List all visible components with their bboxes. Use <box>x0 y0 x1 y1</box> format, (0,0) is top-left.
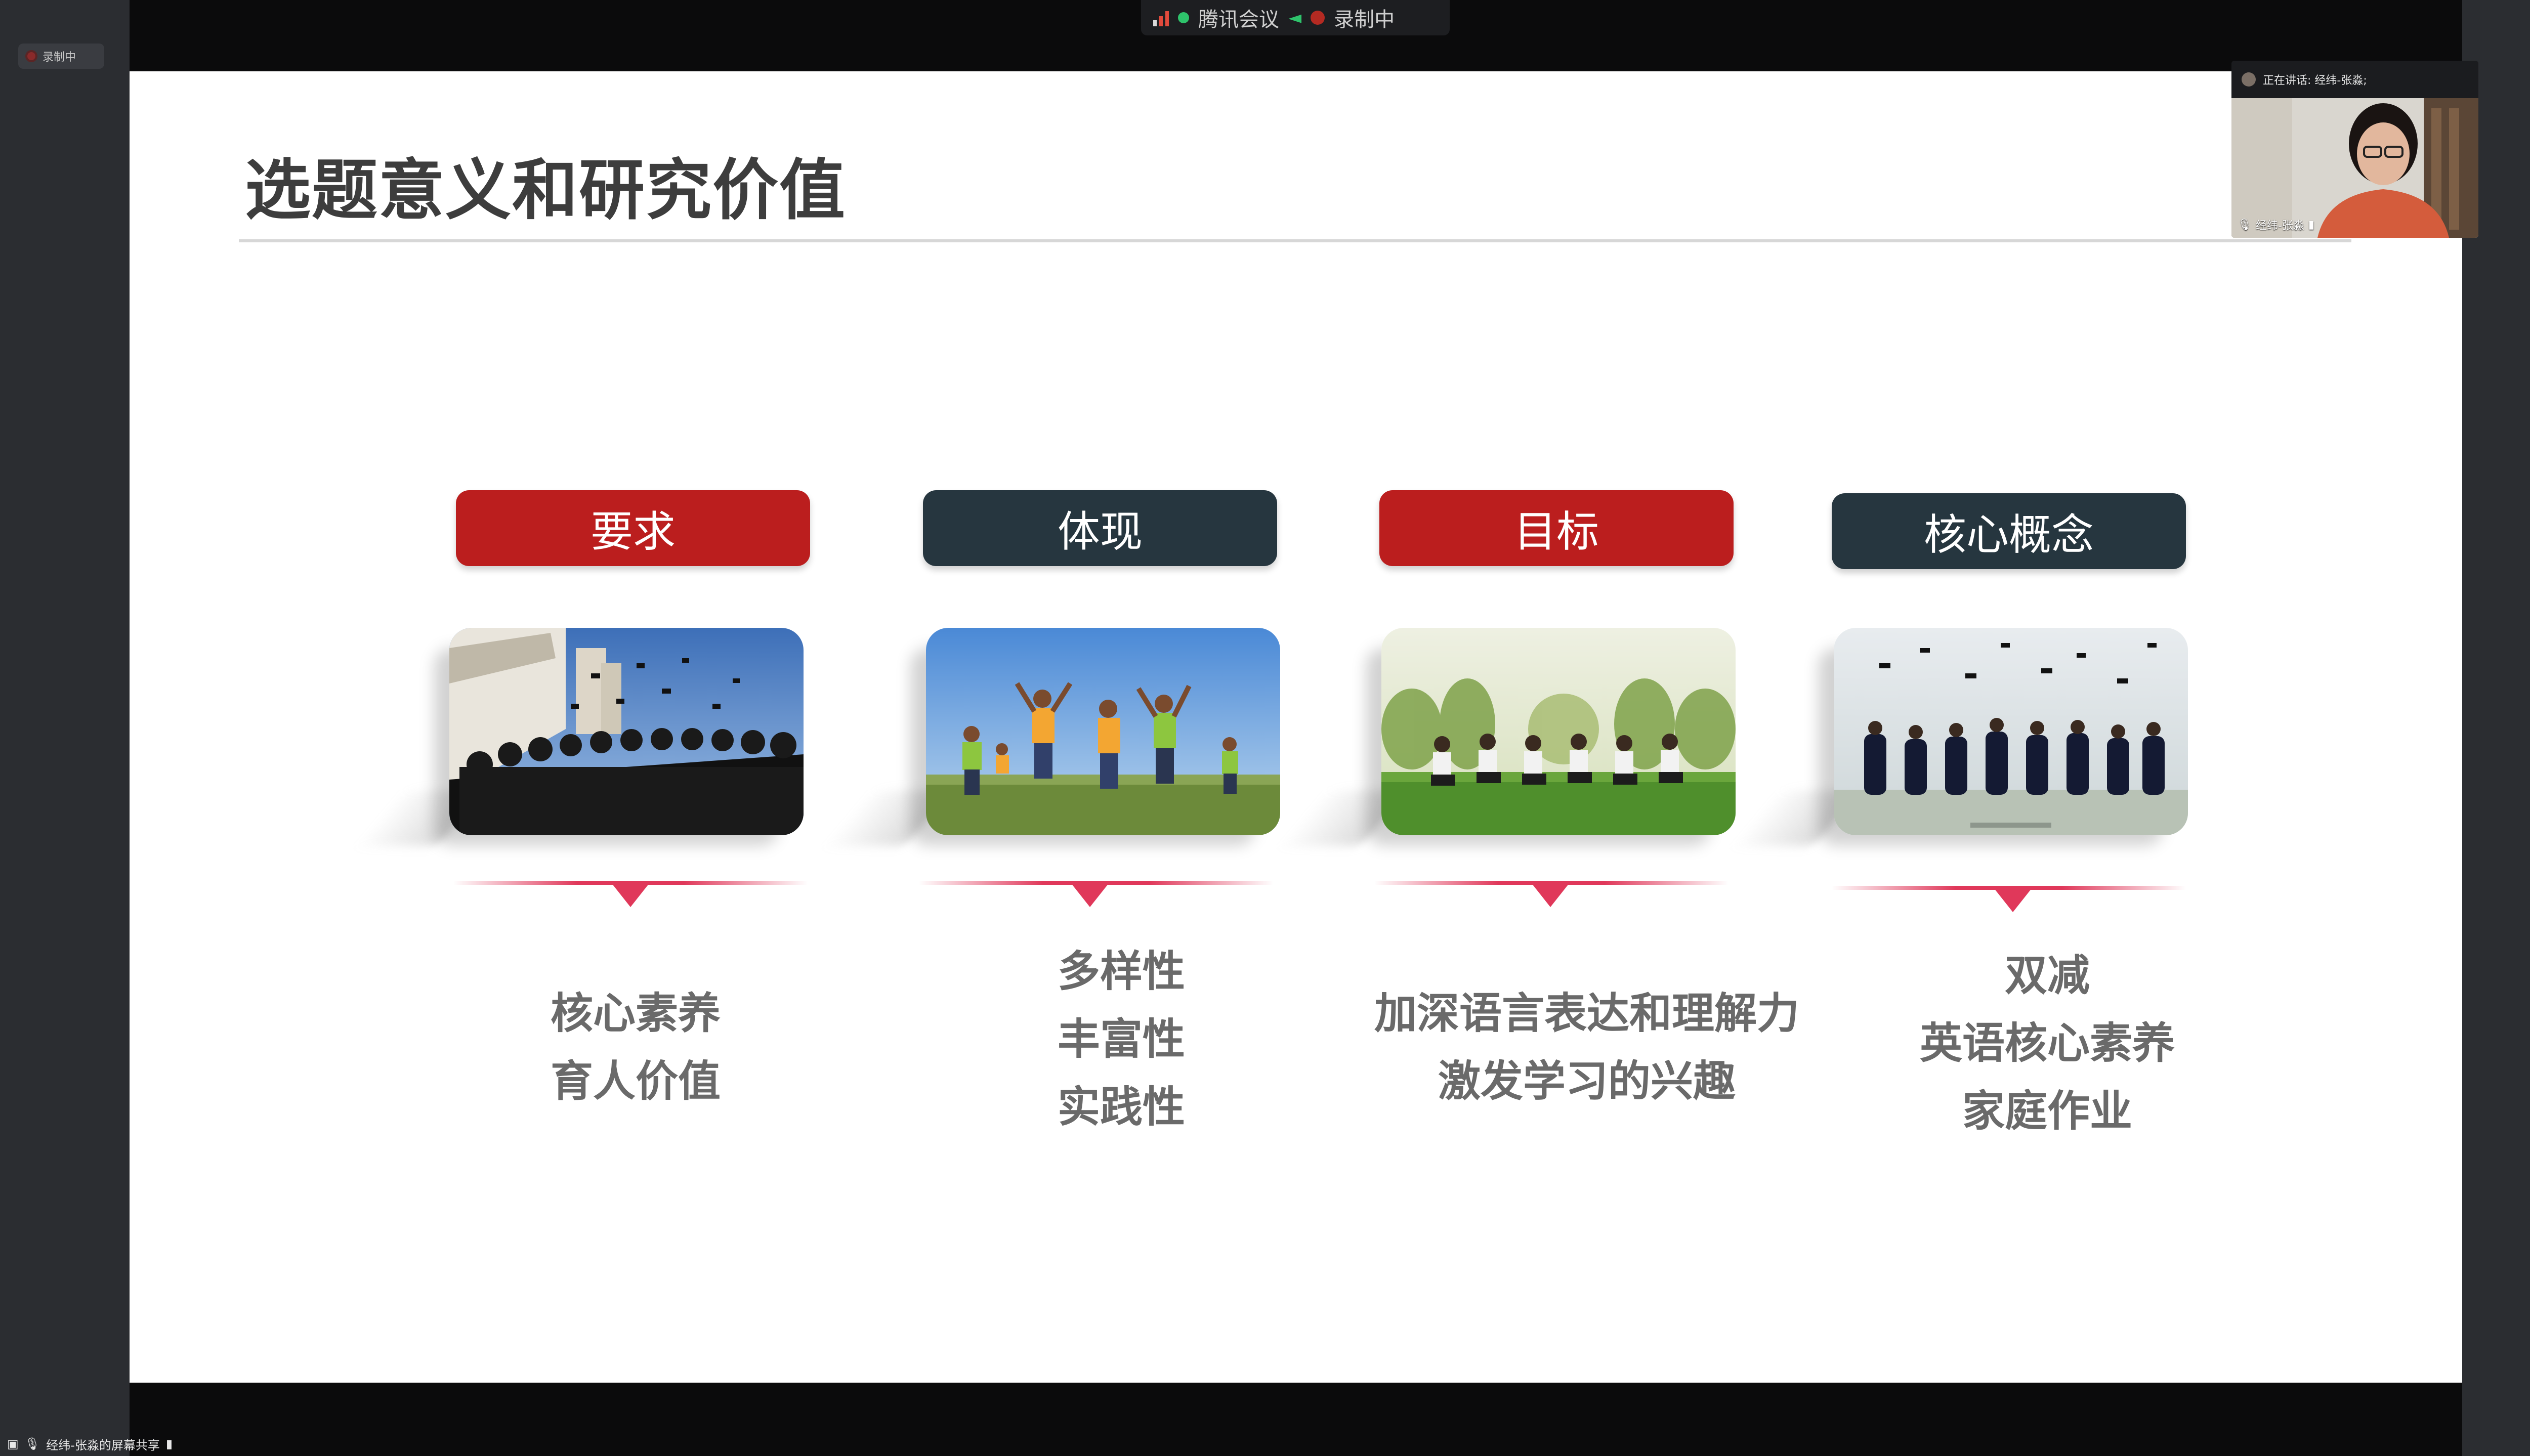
column-description-3: 加深语言表达和理解力 激发学习的兴趣 <box>1334 979 1840 1115</box>
photo-students-sitting <box>1381 628 1736 835</box>
participant-name: 经纬-张淼 <box>2255 220 2304 232</box>
pointer-triangle <box>1071 883 1109 907</box>
recording-status: 录制中 <box>1334 8 1395 31</box>
screen-share-status: ▣ 🎙 经纬-张淼的屏幕共享 ▮ <box>0 1432 173 1456</box>
description-line: 丰富性 <box>1057 1014 1185 1064</box>
participant-video-tile[interactable]: 正在讲话: 经纬-张淼; 🎙 经纬-张淼 ▮ <box>2231 61 2478 238</box>
photo-jumping-students <box>926 628 1280 835</box>
description-line: 实践性 <box>1057 1082 1185 1132</box>
recording-chip-label: 录制中 <box>43 51 76 64</box>
network-signal-icon <box>1153 9 1169 26</box>
heading-label: 目标 <box>1513 506 1599 556</box>
left-panel: 录制中 <box>0 0 130 1456</box>
network-signal-icon: ▮ <box>165 1437 173 1451</box>
title-divider <box>239 239 2351 242</box>
heading-bubble-3: 目标 <box>1379 490 1734 566</box>
description-line: 多样性 <box>1057 947 1185 996</box>
description-line: 双减 <box>2004 951 2090 1000</box>
heading-bubble-1: 要求 <box>456 490 810 566</box>
active-speaker-label: 正在讲话: 经纬-张淼; <box>2263 74 2367 87</box>
pointer-triangle <box>1994 888 2032 912</box>
screen-share-label: 经纬-张淼的屏幕共享 <box>46 1438 160 1452</box>
meeting-top-bar[interactable]: 腾讯会议 ◄ 录制中 <box>1141 0 1450 35</box>
heading-bubble-2: 体现 <box>923 490 1277 566</box>
shared-slide: 选题意义和研究价值 要求 核心素养 育人价值 体现 多样性 丰富性 实践性 目标… <box>130 71 2462 1383</box>
heading-label: 体现 <box>1057 506 1143 556</box>
photo-graduates-throwing-caps <box>1834 628 2188 835</box>
network-signal-icon: ▮ <box>2308 218 2314 231</box>
slide-title: 选题意义和研究价值 <box>245 152 847 229</box>
app-name: 腾讯会议 <box>1198 8 1279 31</box>
column-description-4: 双减 英语核心素养 家庭作业 <box>1890 941 2204 1145</box>
column-description-1: 核心素养 育人价值 <box>484 979 787 1115</box>
active-speaker-header: 正在讲话: 经纬-张淼; <box>2231 61 2478 98</box>
description-line: 家庭作业 <box>1962 1086 2132 1136</box>
connection-status-icon <box>1178 12 1189 23</box>
heading-label: 核心概念 <box>1923 509 2094 560</box>
pointer-triangle <box>611 883 650 907</box>
description-line: 加深语言表达和理解力 <box>1374 989 1799 1038</box>
column-description-2: 多样性 丰富性 实践性 <box>1000 937 1243 1141</box>
heading-bubble-4: 核心概念 <box>1832 493 2186 569</box>
pointer-triangle <box>1531 883 1570 907</box>
description-line: 核心素养 <box>550 989 721 1038</box>
recording-dot-icon <box>27 52 35 60</box>
description-line: 激发学习的兴趣 <box>1438 1056 1736 1106</box>
speaker-icon[interactable]: ◄ <box>1288 8 1301 28</box>
description-line: 英语核心素养 <box>1919 1018 2175 1068</box>
microphone-icon: 🎙 <box>2238 218 2252 231</box>
photo-graduation-crowd <box>449 628 804 835</box>
avatar <box>2242 72 2256 87</box>
heading-label: 要求 <box>590 506 676 556</box>
meeting-screen: 录制中 腾讯会议 ◄ 录制中 选题意义和研究价值 要求 核心素养 育人价值 体现… <box>0 0 2530 1456</box>
recording-chip[interactable]: 录制中 <box>18 44 104 69</box>
participant-name-tag: 🎙 经纬-张淼 ▮ <box>2238 217 2314 233</box>
microphone-icon: 🎙 <box>24 1437 40 1451</box>
description-line: 育人价值 <box>550 1056 721 1106</box>
recording-icon <box>1311 11 1325 25</box>
screen-share-icon: ▣ <box>7 1437 19 1451</box>
